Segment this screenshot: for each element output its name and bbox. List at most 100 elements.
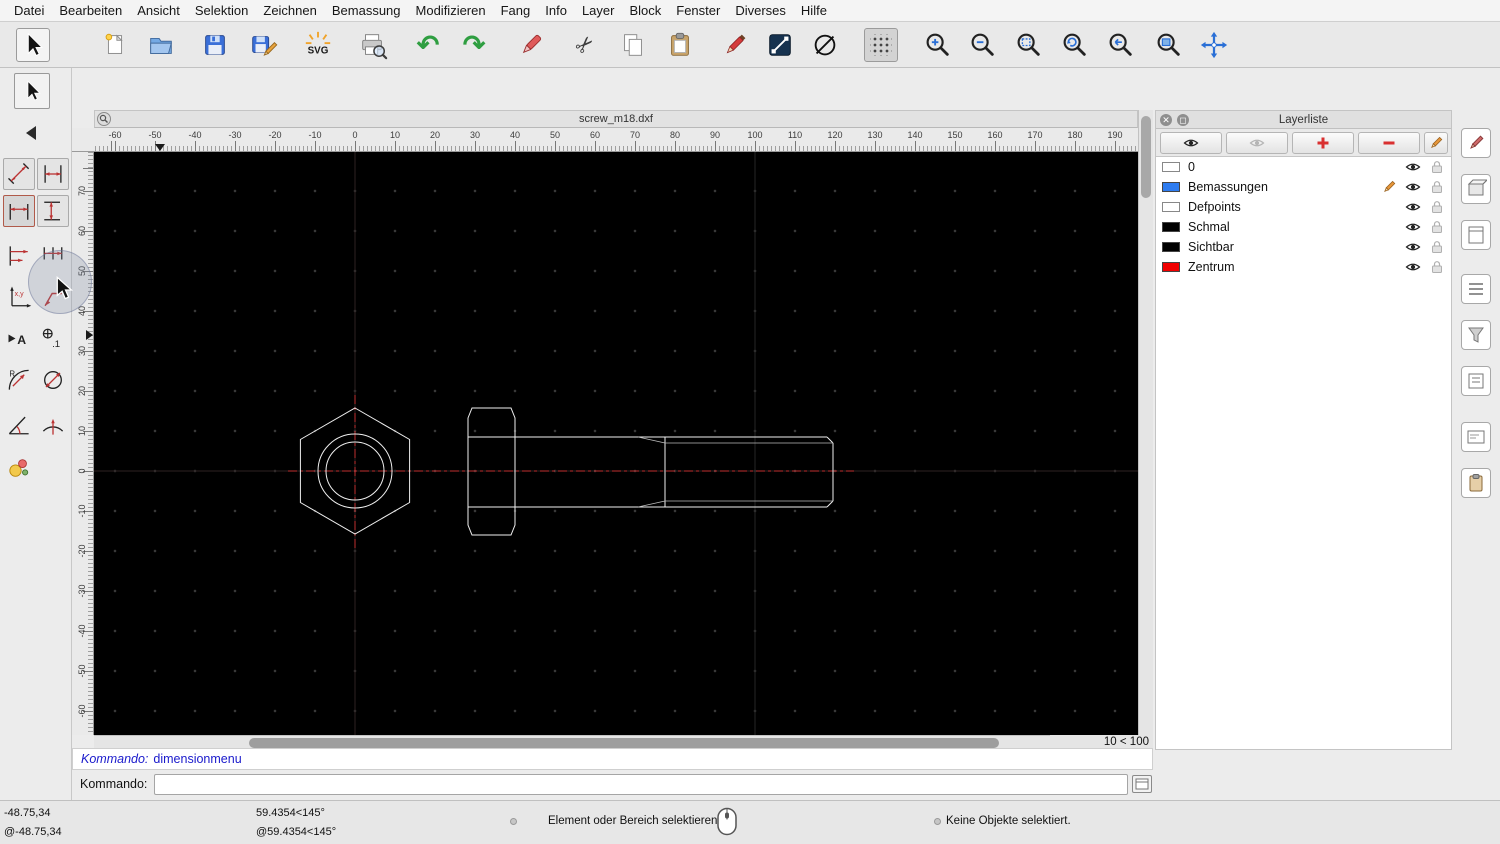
grid-toggle-button[interactable] (864, 28, 898, 62)
layer-panel: ✕ ◻ Layerliste 0 Bemassungen Defpoints Schm… (1155, 110, 1452, 750)
copy-button[interactable] (616, 28, 650, 62)
dim-arc-button[interactable] (37, 409, 69, 441)
toolbar-collapse-arrow-icon[interactable] (26, 126, 36, 140)
dock-entity-list-icon[interactable] (1461, 274, 1491, 304)
menu-item-modifizieren[interactable]: Modifizieren (416, 3, 486, 18)
hide-all-layers-button[interactable] (1226, 132, 1288, 154)
menu-item-info[interactable]: Info (545, 3, 567, 18)
layer-row-defpoints[interactable]: Defpoints (1156, 197, 1451, 217)
cut-button[interactable]: ✂ (568, 28, 602, 62)
no-pen-button[interactable] (808, 28, 842, 62)
layer-panel-float-icon[interactable]: ◻ (1177, 114, 1189, 126)
command-history[interactable]: Kommando: dimensionmenu (72, 748, 1153, 770)
zoom-redraw-button[interactable] (1057, 28, 1091, 62)
save-button[interactable] (198, 28, 232, 62)
layer-row-0[interactable]: 0 (1156, 157, 1451, 177)
layer-visibility-eye-icon[interactable] (1405, 199, 1421, 215)
layer-visibility-eye-icon[interactable] (1405, 179, 1421, 195)
edit-layer-button[interactable] (1424, 132, 1448, 154)
menu-item-layer[interactable]: Layer (582, 3, 615, 18)
redo-button[interactable]: ↷ (457, 28, 491, 62)
menu-item-zeichnen[interactable]: Zeichnen (263, 3, 316, 18)
layer-panel-titlebar[interactable]: ✕ ◻ Layerliste (1156, 111, 1451, 129)
dock-filter-icon[interactable] (1461, 320, 1491, 350)
menu-item-datei[interactable]: Datei (14, 3, 44, 18)
line-attributes-button[interactable] (763, 28, 797, 62)
layer-visibility-eye-icon[interactable] (1405, 239, 1421, 255)
dock-command-line-icon[interactable] (1461, 422, 1491, 452)
layer-row-sichtbar[interactable]: Sichtbar (1156, 237, 1451, 257)
document-titlebar[interactable]: screw_m18.dxf (94, 110, 1138, 128)
zoom-in-button[interactable] (920, 28, 954, 62)
layer-row-schmal[interactable]: Schmal (1156, 217, 1451, 237)
layer-lock-icon[interactable] (1429, 179, 1445, 195)
zoom-window-button[interactable] (1151, 28, 1185, 62)
ruler-v-number: -30 (77, 584, 87, 598)
menu-item-block[interactable]: Block (629, 3, 661, 18)
paste-button[interactable] (663, 28, 697, 62)
add-layer-button[interactable] (1292, 132, 1354, 154)
menu-item-hilfe[interactable]: Hilfe (801, 3, 827, 18)
delete-entities-button[interactable] (514, 28, 548, 62)
dim-vertical-button[interactable] (37, 195, 69, 227)
sidebar-selection-pointer-button[interactable] (14, 73, 50, 109)
dock-clipboard-icon[interactable] (1461, 468, 1491, 498)
layer-lock-icon[interactable] (1429, 199, 1445, 215)
undo-button[interactable]: ↶ (411, 28, 445, 62)
layer-lock-icon[interactable] (1429, 259, 1445, 275)
ruler-h-number: -40 (188, 130, 202, 140)
dim-options-button[interactable] (3, 452, 35, 484)
save-as-button[interactable] (246, 28, 280, 62)
dock-properties-icon[interactable] (1461, 366, 1491, 396)
vertical-scroll-thumb[interactable] (1141, 116, 1151, 198)
dock-pen-settings-icon[interactable] (1461, 128, 1491, 158)
menu-item-ansicht[interactable]: Ansicht (137, 3, 180, 18)
layer-list: 0 Bemassungen Defpoints Schmal Sichtbar Zentr… (1156, 157, 1451, 749)
layer-row-zentrum[interactable]: Zentrum (1156, 257, 1451, 277)
layer-row-bemassungen[interactable]: Bemassungen (1156, 177, 1451, 197)
selection-pointer-button[interactable] (16, 28, 50, 62)
menu-item-diverses[interactable]: Diverses (735, 3, 786, 18)
dim-diametric-button[interactable] (37, 364, 69, 396)
show-all-layers-button[interactable] (1160, 132, 1222, 154)
dock-library-browser-icon[interactable] (1461, 220, 1491, 250)
command-input[interactable] (154, 774, 1128, 795)
menu-item-fenster[interactable]: Fenster (676, 3, 720, 18)
dim-tolerance-button[interactable]: .1 (37, 322, 69, 354)
dim-text-button[interactable]: A (3, 322, 35, 354)
menu-item-selektion[interactable]: Selektion (195, 3, 248, 18)
menu-item-fang[interactable]: Fang (501, 3, 531, 18)
layer-lock-icon[interactable] (1429, 159, 1445, 175)
command-detach-button[interactable] (1132, 775, 1152, 793)
zoom-pan-button[interactable] (1197, 28, 1231, 62)
dim-linear-button[interactable] (37, 158, 69, 190)
open-file-button[interactable] (144, 28, 178, 62)
zoom-out-button[interactable] (965, 28, 999, 62)
dim-baseline-icon (9, 246, 28, 266)
layer-lock-icon[interactable] (1429, 239, 1445, 255)
svg-export-button[interactable]: SVG (301, 28, 335, 62)
layer-visibility-eye-icon[interactable] (1405, 219, 1421, 235)
horizontal-scroll-thumb[interactable] (249, 738, 999, 748)
canvas-vertical-scrollbar[interactable] (1138, 110, 1153, 750)
layer-visibility-eye-icon[interactable] (1405, 259, 1421, 275)
new-document-button[interactable] (98, 28, 132, 62)
dim-radial-button[interactable]: R (3, 364, 35, 396)
menu-item-bemassung[interactable]: Bemassung (332, 3, 401, 18)
menu-item-bearbeiten[interactable]: Bearbeiten (59, 3, 122, 18)
layer-lock-icon[interactable] (1429, 219, 1445, 235)
pen-attributes-button[interactable] (718, 28, 752, 62)
dim-angular-button[interactable] (3, 409, 35, 441)
dim-aligned-button[interactable] (3, 158, 35, 190)
zoom-previous-button[interactable] (1103, 28, 1137, 62)
drawing-canvas[interactable] (94, 152, 1138, 735)
dim-horizontal-button[interactable] (3, 195, 35, 227)
dock-block-list-icon[interactable] (1461, 174, 1491, 204)
zoom-auto-button[interactable] (1011, 28, 1045, 62)
print-preview-button[interactable] (356, 28, 390, 62)
ruler-h-number: 120 (827, 130, 843, 140)
layer-visibility-eye-icon[interactable] (1405, 159, 1421, 175)
layer-panel-close-icon[interactable]: ✕ (1160, 114, 1172, 126)
remove-layer-button[interactable] (1358, 132, 1420, 154)
pen-placeholder (1381, 259, 1397, 275)
